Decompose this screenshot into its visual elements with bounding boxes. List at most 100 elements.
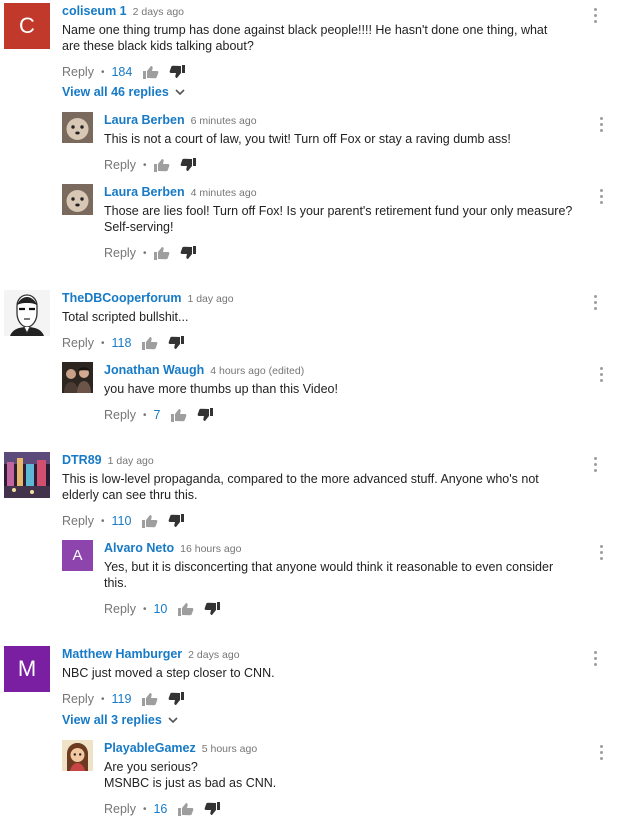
separator-dot: •: [142, 409, 147, 421]
thumbs-down-icon[interactable]: [168, 336, 185, 350]
separator-dot: •: [100, 693, 105, 705]
avatar[interactable]: [62, 740, 93, 771]
reply-comment: Laura Berben 4 minutes ago Those are lies…: [62, 184, 604, 264]
thumbs-down-icon[interactable]: [180, 158, 197, 172]
more-options-icon[interactable]: [592, 295, 598, 310]
like-count: 10: [153, 602, 168, 616]
thumbs-up-icon[interactable]: [177, 602, 194, 616]
view-all-replies-link[interactable]: View all 46 replies: [62, 85, 185, 99]
couple-photo-avatar: [62, 362, 93, 393]
more-options-icon[interactable]: [592, 651, 598, 666]
separator-dot: •: [142, 247, 147, 259]
avatar[interactable]: [4, 452, 50, 498]
view-all-replies-link[interactable]: View all 3 replies: [62, 713, 178, 727]
dog-avatar-image: [62, 184, 93, 215]
thumbs-up-icon[interactable]: [141, 514, 158, 528]
comment-time[interactable]: 5 hours ago: [202, 743, 257, 755]
comment-thread: DTR89 1 day ago This is low-level propaga…: [4, 452, 604, 532]
comment-author[interactable]: coliseum 1: [62, 4, 127, 18]
avatar[interactable]: [62, 112, 93, 143]
reply-button[interactable]: Reply: [104, 158, 136, 172]
like-count: 184: [111, 65, 133, 79]
comment-text: you have more thumbs up than this Video!: [104, 382, 338, 396]
view-all-replies-label: View all 3 replies: [62, 713, 162, 727]
like-count: 119: [111, 692, 132, 706]
comment-author[interactable]: Matthew Hamburger: [62, 647, 182, 661]
comment-thread: C coliseum 1 2 days ago Name one thing tr…: [4, 3, 604, 83]
thumbs-up-icon[interactable]: [153, 158, 170, 172]
thumbs-up-icon[interactable]: [141, 336, 158, 350]
thumbs-up-icon[interactable]: [153, 246, 170, 260]
reply-button[interactable]: Reply: [62, 514, 94, 528]
thumbs-up-icon[interactable]: [142, 65, 159, 79]
cartoon-character-avatar: [62, 740, 93, 771]
comment-time[interactable]: 16 hours ago: [180, 543, 241, 555]
thumbs-down-icon[interactable]: [204, 602, 221, 616]
comment-text: This is low-level propaganda, compared t…: [62, 472, 539, 502]
reply-comment: Jonathan Waugh 4 hours ago (edited) you h…: [62, 362, 604, 422]
separator-dot: •: [142, 803, 147, 815]
comment-author[interactable]: TheDBCooperforum: [62, 291, 181, 305]
more-options-icon[interactable]: [592, 8, 598, 23]
avatar[interactable]: M: [4, 646, 50, 692]
avatar-letter: A: [72, 547, 83, 564]
reply-button[interactable]: Reply: [62, 336, 94, 350]
comment-text: Those are lies fool! Turn off Fox! Is yo…: [104, 204, 573, 234]
comment-author[interactable]: Laura Berben: [104, 185, 185, 199]
comment-text: Total scripted bullshit...: [62, 310, 189, 324]
more-options-icon[interactable]: [598, 545, 604, 560]
avatar-letter: M: [17, 656, 37, 681]
comment-text: Are you serious? MSNBC is just as bad as…: [104, 760, 277, 790]
comment-time[interactable]: 4 hours ago (edited): [210, 365, 304, 377]
sketch-face-avatar: [4, 290, 50, 336]
avatar[interactable]: C: [4, 3, 50, 49]
chevron-down-icon: [175, 88, 185, 95]
comment-author[interactable]: DTR89: [62, 453, 102, 467]
avatar[interactable]: [4, 290, 50, 336]
more-options-icon[interactable]: [592, 457, 598, 472]
reply-button[interactable]: Reply: [104, 246, 136, 260]
comment-author[interactable]: Jonathan Waugh: [104, 363, 204, 377]
comment-thread: TheDBCooperforum 1 day ago Total scripted…: [4, 290, 604, 350]
dog-avatar-image: [62, 112, 93, 143]
comment-time[interactable]: 4 minutes ago: [191, 187, 257, 199]
reply-comment: Laura Berben 6 minutes ago This is not a …: [62, 112, 604, 176]
comment-text: This is not a court of law, you twit! Tu…: [104, 132, 511, 146]
thumbs-down-icon[interactable]: [169, 65, 186, 79]
more-options-icon[interactable]: [598, 745, 604, 760]
thumbs-down-icon[interactable]: [180, 246, 197, 260]
like-count: 7: [153, 408, 161, 422]
more-options-icon[interactable]: [598, 367, 604, 382]
more-options-icon[interactable]: [598, 189, 604, 204]
reply-button[interactable]: Reply: [62, 692, 94, 706]
comment-text: Name one thing trump has done against bl…: [62, 23, 548, 53]
thumbs-down-icon[interactable]: [197, 408, 214, 422]
separator-dot: •: [100, 66, 105, 78]
comment-time[interactable]: 6 minutes ago: [191, 115, 257, 127]
separator-dot: •: [142, 603, 147, 615]
comment-time[interactable]: 1 day ago: [108, 455, 154, 467]
avatar[interactable]: A: [62, 540, 93, 571]
separator-dot: •: [142, 159, 147, 171]
thumbs-up-icon[interactable]: [170, 408, 187, 422]
comment-time[interactable]: 2 days ago: [133, 6, 184, 18]
comment-time[interactable]: 2 days ago: [188, 649, 239, 661]
chevron-down-icon: [168, 716, 178, 723]
separator-dot: •: [100, 515, 105, 527]
avatar[interactable]: [62, 184, 93, 215]
comment-thread: M Matthew Hamburger 2 days ago NBC just m…: [4, 646, 604, 708]
avatar[interactable]: [62, 362, 93, 393]
comment-author[interactable]: PlayableGamez: [104, 741, 196, 755]
comment-author[interactable]: Laura Berben: [104, 113, 185, 127]
thumbs-down-icon[interactable]: [168, 692, 185, 706]
thumbs-up-icon[interactable]: [141, 692, 158, 706]
comment-author[interactable]: Alvaro Neto: [104, 541, 174, 555]
reply-button[interactable]: Reply: [62, 65, 94, 79]
reply-button[interactable]: Reply: [104, 408, 136, 422]
comment-time[interactable]: 1 day ago: [187, 293, 233, 305]
thumbs-down-icon[interactable]: [168, 514, 185, 528]
reply-button[interactable]: Reply: [104, 602, 136, 616]
more-options-icon[interactable]: [598, 117, 604, 132]
like-count: 110: [111, 514, 132, 528]
view-all-replies-label: View all 46 replies: [62, 85, 169, 99]
